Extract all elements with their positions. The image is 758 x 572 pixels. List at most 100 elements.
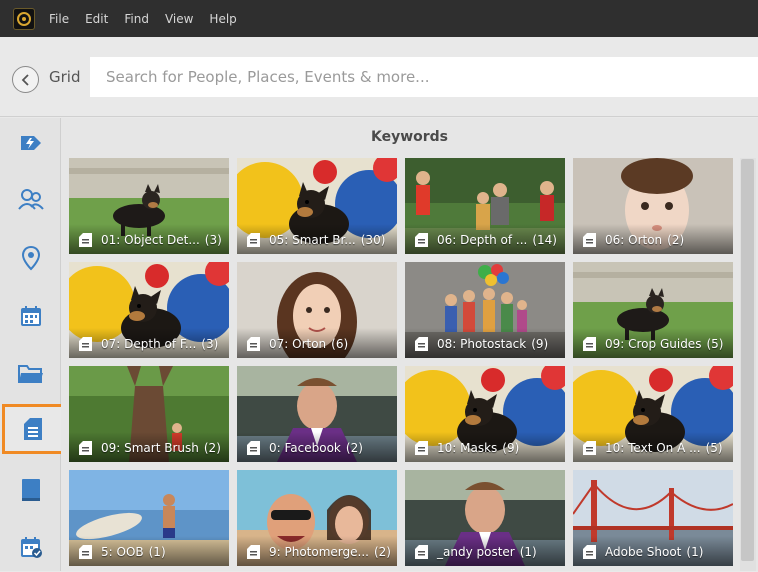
keyword-count: (2) — [667, 233, 685, 247]
keywords-panel: Keywords 01: Object Det... (3) 05: Smart B… — [61, 118, 758, 571]
tile-caption: 0: Facebook (2) — [246, 440, 363, 456]
menu-file[interactable]: File — [49, 12, 69, 26]
keyword-tile[interactable]: 01: Object Det... (3) — [69, 158, 229, 254]
calendar-icon — [20, 306, 41, 326]
keyword-count: (14) — [532, 233, 557, 247]
keyword-count: (5) — [706, 337, 724, 351]
keyword-name: 10: Masks — [437, 441, 498, 455]
tile-caption: 09: Crop Guides (5) — [582, 336, 723, 352]
app-logo-icon[interactable] — [13, 7, 35, 30]
keyword-tag-icon — [247, 233, 260, 247]
keyword-count: (5) — [705, 441, 723, 455]
left-sidebar — [0, 118, 64, 572]
keyword-name: 9: Photomerge... — [269, 545, 369, 559]
keyword-count: (9) — [502, 441, 520, 455]
sidebar-item-albums[interactable] — [0, 465, 61, 515]
keyword-tag-icon — [583, 233, 596, 247]
event-calendar-icon — [20, 537, 42, 558]
tile-caption: 07: Orton (6) — [246, 336, 348, 352]
keyword-tag-icon — [415, 233, 428, 247]
keyword-name: 09: Smart Brush — [101, 441, 199, 455]
keyword-tag-icon — [415, 441, 428, 455]
map-pin-icon — [21, 245, 40, 271]
sidebar-item-keywords[interactable] — [2, 404, 64, 454]
keyword-tile[interactable]: 0: Facebook (2) — [237, 366, 397, 462]
keyword-tag-icon — [79, 337, 92, 351]
keyword-name: 09: Crop Guides — [605, 337, 702, 351]
tile-caption: 08: Photostack (9) — [414, 336, 548, 352]
keyword-name: 07: Depth of F... — [101, 337, 197, 351]
keyword-tile[interactable]: 06: Orton (2) — [573, 158, 733, 254]
search-input[interactable] — [90, 57, 758, 97]
sidebar-item-dates[interactable] — [0, 291, 61, 341]
keyword-count: (6) — [331, 337, 349, 351]
keyword-count: (30) — [360, 233, 386, 247]
keyword-tag-icon — [79, 545, 92, 559]
panel-title: Keywords — [370, 129, 449, 145]
menu-help[interactable]: Help — [209, 12, 236, 26]
keyword-tile[interactable]: _andy poster (1) — [405, 470, 565, 566]
keyword-count: (3) — [204, 233, 222, 247]
menu-edit[interactable]: Edit — [85, 12, 108, 26]
tile-caption: 10: Text On A ... (5) — [582, 440, 723, 456]
menu-find[interactable]: Find — [124, 12, 149, 26]
keyword-tag-icon — [247, 545, 260, 559]
keyword-count: (2) — [373, 545, 391, 559]
keyword-tag-icon — [79, 441, 92, 455]
keyword-name: 5: OOB — [101, 545, 144, 559]
keyword-tile[interactable]: 10: Masks (9) — [405, 366, 565, 462]
tile-caption: Adobe Shoot (1) — [582, 544, 703, 560]
keyword-tile[interactable]: 10: Text On A ... (5) — [573, 366, 733, 462]
keyword-tile[interactable]: 9: Photomerge... (2) — [237, 470, 397, 566]
tile-caption: _andy poster (1) — [414, 544, 537, 560]
tile-caption: 05: Smart Br... (30) — [246, 232, 385, 248]
tile-caption: 9: Photomerge... (2) — [246, 544, 391, 560]
sidebar-item-places[interactable] — [0, 233, 61, 283]
sidebar-item-smart-tags[interactable] — [0, 118, 61, 168]
keyword-tile[interactable]: 06: Depth of ... (14) — [405, 158, 565, 254]
keyword-tag-icon — [247, 441, 260, 455]
keyword-count: (2) — [203, 441, 221, 455]
keyword-tile[interactable]: 5: OOB (1) — [69, 470, 229, 566]
sidebar-item-events[interactable] — [0, 522, 61, 572]
keyword-name: 10: Text On A ... — [605, 441, 701, 455]
keyword-name: 06: Depth of ... — [437, 233, 528, 247]
keyword-count: (3) — [201, 337, 219, 351]
keyword-tag-icon — [415, 337, 428, 351]
back-button[interactable] — [12, 66, 39, 93]
lightning-tag-icon — [20, 136, 41, 150]
chevron-left-icon — [21, 73, 29, 86]
keyword-tag-icon — [79, 233, 92, 247]
tile-caption: 09: Smart Brush (2) — [78, 440, 221, 456]
keyword-tile[interactable]: 05: Smart Br... (30) — [237, 158, 397, 254]
scrollbar-thumb[interactable] — [741, 159, 754, 561]
keyword-tile[interactable]: 09: Smart Brush (2) — [69, 366, 229, 462]
keyword-name: _andy poster — [437, 545, 515, 559]
sidebar-item-folders[interactable] — [0, 349, 61, 399]
keyword-tile[interactable]: 08: Photostack (9) — [405, 262, 565, 358]
keyword-tile[interactable]: 07: Depth of F... (3) — [69, 262, 229, 358]
keyword-tile[interactable]: 07: Orton (6) — [237, 262, 397, 358]
keyword-name: 01: Object Det... — [101, 233, 200, 247]
album-icon — [21, 479, 40, 501]
sidebar-item-people[interactable] — [0, 175, 61, 225]
keyword-tag-icon — [24, 418, 42, 440]
keyword-count: (1) — [519, 545, 537, 559]
folder-icon — [17, 365, 43, 383]
search-bar-row: Grid — [0, 37, 758, 117]
keyword-name: 05: Smart Br... — [269, 233, 356, 247]
keyword-name: 08: Photostack — [437, 337, 527, 351]
keyword-count: (1) — [148, 545, 166, 559]
keyword-tag-icon — [583, 337, 596, 351]
tile-caption: 07: Depth of F... (3) — [78, 336, 218, 352]
thumbnail-grid: 01: Object Det... (3) 05: Smart Br... (30) 0… — [69, 158, 733, 571]
grid-breadcrumb[interactable]: Grid — [49, 68, 80, 86]
keyword-tag-icon — [583, 441, 596, 455]
keyword-tile[interactable]: Adobe Shoot (1) — [573, 470, 733, 566]
tile-caption: 5: OOB (1) — [78, 544, 166, 560]
keyword-tile[interactable]: 09: Crop Guides (5) — [573, 262, 733, 358]
keyword-tag-icon — [415, 545, 428, 559]
keyword-count: (1) — [686, 545, 704, 559]
menu-view[interactable]: View — [165, 12, 193, 26]
keyword-name: 07: Orton — [269, 337, 327, 351]
